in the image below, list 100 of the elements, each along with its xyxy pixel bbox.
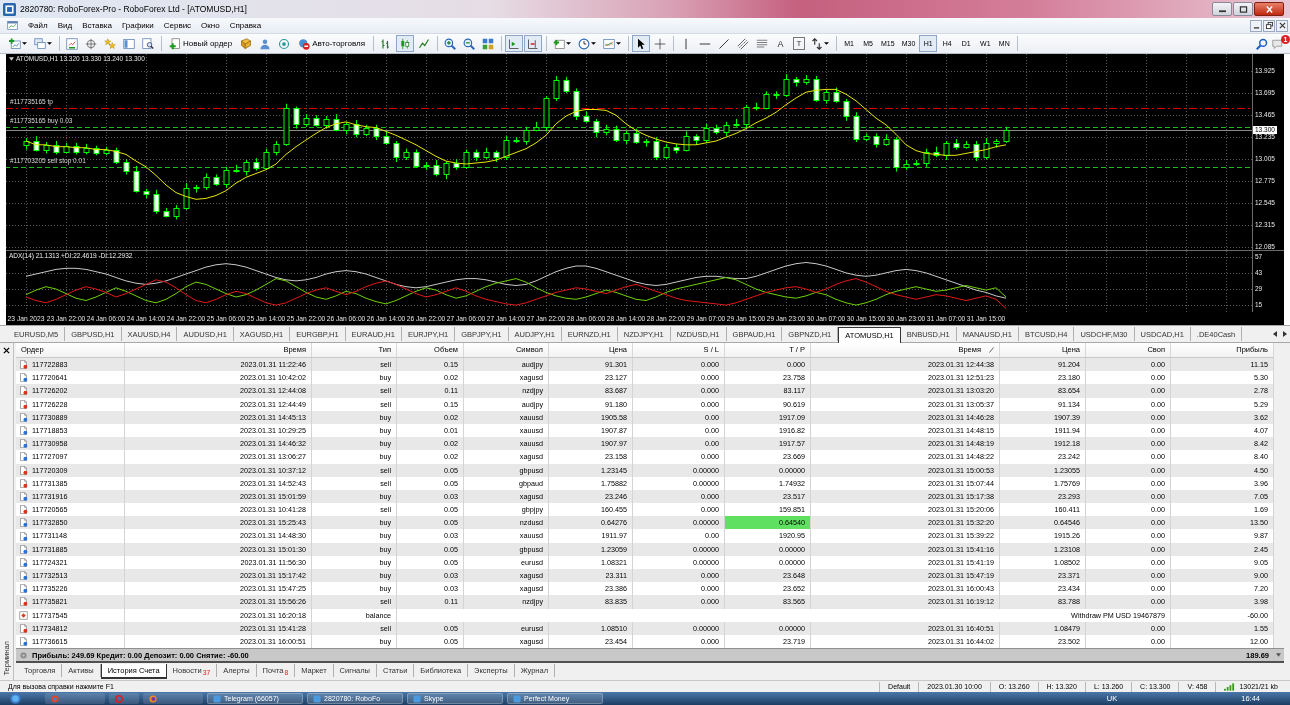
minimize-button[interactable] [1212,2,1232,16]
candle [553,75,560,102]
scroll-left-icon[interactable] [1273,331,1277,337]
plus-window-icon [553,37,566,50]
close-icon[interactable] [3,347,10,354]
auto-scroll-button[interactable] [505,35,524,52]
candle [883,133,890,147]
crosshair-icon [654,37,667,50]
candle [853,111,860,143]
menu-item[interactable]: Справка [224,18,267,33]
candle [23,137,30,151]
candle [123,158,130,175]
candle [703,123,710,144]
start-orb-icon[interactable] [10,693,21,704]
order-document-icon [19,412,28,422]
candle [543,95,550,132]
candle [723,121,730,137]
candle [183,182,190,211]
maximize-button[interactable] [1233,2,1253,16]
candle [283,103,290,147]
candle [163,207,170,218]
candle [863,132,870,142]
chart-shift-button[interactable] [524,35,543,52]
candle [623,130,630,145]
circle-icon [20,651,27,659]
new-order-button[interactable]: Новый ордер [165,35,237,52]
candle [933,146,940,158]
cube-icon [240,37,253,50]
candle [343,121,350,135]
candle [693,133,700,146]
menu-item[interactable]: Окно [196,18,225,33]
candle [913,159,920,167]
candle [453,158,460,171]
candle [523,126,530,146]
candle [313,114,320,128]
minimize-button[interactable] [1250,19,1262,32]
candle [483,147,490,160]
close-icon [1278,22,1286,29]
candle [153,189,160,215]
search-icon [1256,37,1268,50]
auto-trading-button[interactable]: Авто-торговля [294,35,370,52]
scroll-down-icon[interactable] [1276,653,1281,658]
line-chart-icon [418,37,431,50]
profiles-button[interactable] [31,35,55,52]
shift-axis-icon [527,37,540,50]
stop-badge-icon [298,37,311,50]
chart-window-icon [603,37,616,50]
market-watch-button[interactable] [63,35,81,52]
order-document-icon [19,491,28,501]
candle [413,149,420,169]
candle [113,147,120,165]
menu-item[interactable]: Вставка [77,18,117,33]
candle [293,106,300,130]
magnifier-document-icon [142,37,154,50]
candle [253,157,260,172]
menu-item[interactable]: Вид [52,18,78,33]
order-document-icon [19,544,28,554]
app-square-icon [313,694,321,703]
scroll-right-icon[interactable] [1283,331,1287,337]
candle [993,138,1000,149]
caret-icon [824,42,830,45]
candle [753,102,760,111]
maximize-icon [1238,5,1248,13]
app-square-icon [413,694,421,703]
play-axis-icon [508,37,521,50]
stars-icon [104,37,116,50]
menu-item[interactable]: Сервис [158,18,197,33]
candle [783,73,790,98]
close-button[interactable] [1276,19,1288,32]
disc-app-icon[interactable] [149,694,157,703]
order-document-icon [19,623,28,633]
candle [273,140,280,156]
cursor-button[interactable] [632,35,651,52]
caret-icon [591,42,597,45]
restore-button[interactable] [1263,19,1275,32]
candle [473,149,480,162]
order-document-icon [19,439,28,449]
candle [323,115,330,130]
candlestick-button[interactable] [396,35,415,52]
triangle-icon [9,57,14,61]
candle [733,118,740,128]
levels-icon [756,37,769,50]
window-title: 2820780: RoboForex-Pro - RoboForex Ltd - [ATOMUSD,H1] [20,4,247,14]
speech-bubble-icon[interactable] [1272,37,1284,50]
order-document-icon [19,571,28,581]
menu-item[interactable]: Графики [116,18,159,33]
person-icon [259,37,272,50]
close-icon [1264,5,1274,13]
order-document-icon [19,597,28,607]
candle [433,159,440,177]
candle [63,142,70,154]
candle [843,98,850,122]
candle [83,143,90,155]
order-document-icon [19,386,28,396]
close-button[interactable] [1254,2,1284,16]
menu-item[interactable]: Файл [23,18,53,33]
label-tool-button[interactable]: T [793,37,806,50]
text-tool-button[interactable]: A [772,35,790,52]
candle [793,76,800,87]
new-chart-button[interactable] [6,35,30,52]
